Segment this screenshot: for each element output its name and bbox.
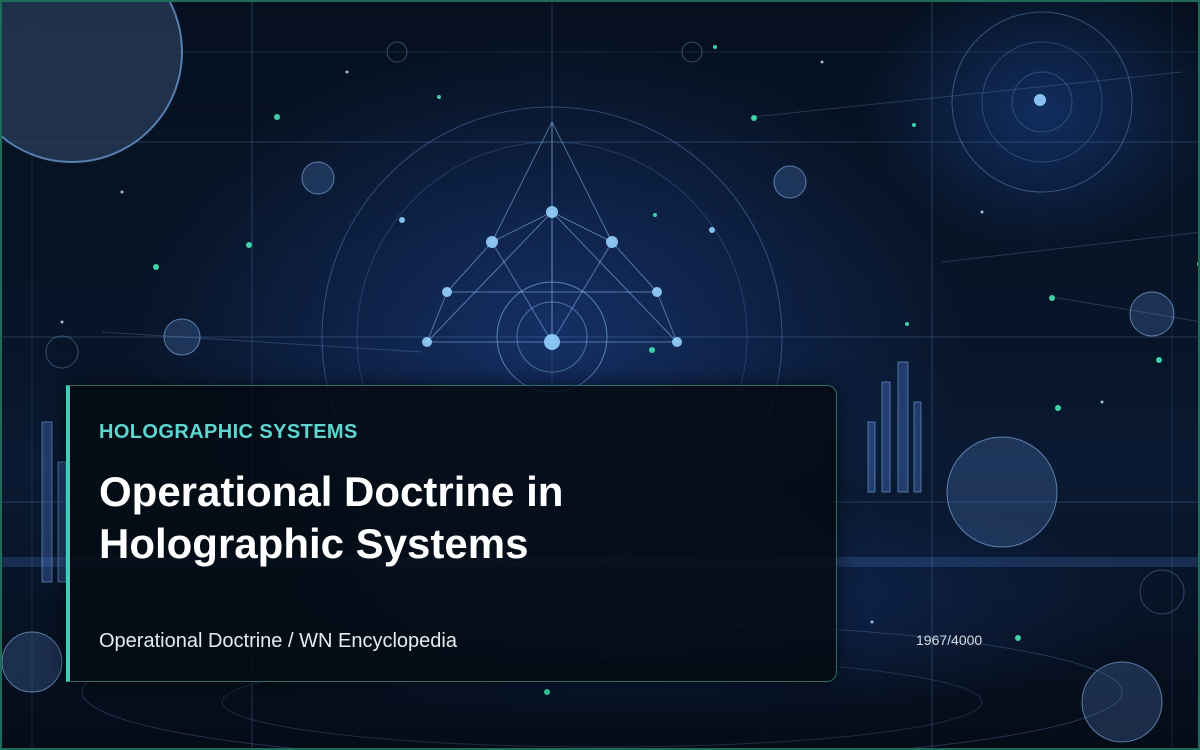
article-card[interactable]: HOLOGRAPHIC SYSTEMS Operational Doctrine… — [66, 385, 837, 682]
category-label: HOLOGRAPHIC SYSTEMS — [99, 421, 358, 443]
article-breadcrumb: Operational Doctrine / WN Encyclopedia — [99, 630, 457, 652]
hero-frame: HOLOGRAPHIC SYSTEMS Operational Doctrine… — [0, 0, 1200, 750]
article-title: Operational Doctrine in Holographic Syst… — [99, 468, 564, 567]
item-counter: 1967/4000 — [916, 632, 983, 648]
